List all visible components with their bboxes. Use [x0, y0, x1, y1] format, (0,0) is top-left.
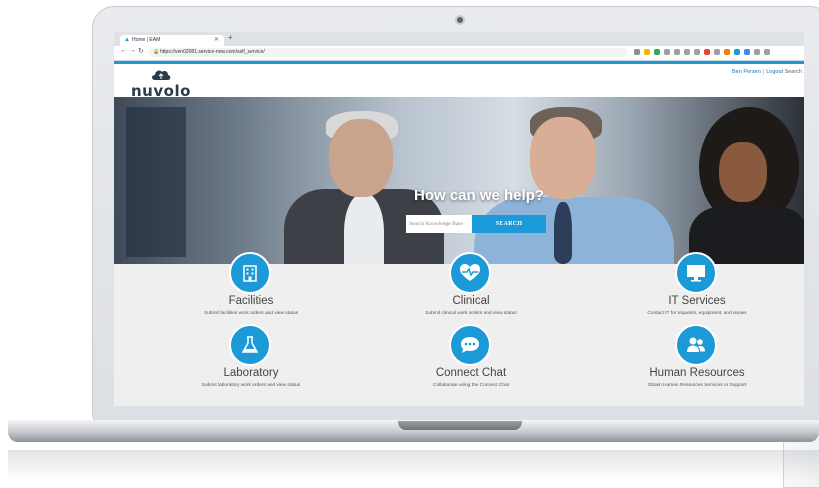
knowledge-search-input[interactable]: [406, 215, 472, 233]
user-name-link[interactable]: Ben Persen: [732, 69, 761, 75]
menu-icon[interactable]: [764, 49, 770, 55]
hero-photo-person: [719, 142, 767, 202]
extension-icon[interactable]: [734, 49, 740, 55]
heart-pulse-icon: [449, 252, 491, 294]
close-tab-icon[interactable]: ✕: [214, 35, 219, 46]
cloud-icon: [152, 70, 171, 80]
service-facilities[interactable]: Facilities Submit facilities work orders…: [151, 252, 351, 322]
service-description: Contact IT for requests, equipment, and …: [647, 311, 747, 316]
hero-photo-person: [329, 119, 393, 197]
knowledge-search: SEARCH: [406, 215, 546, 233]
flask-icon: [229, 324, 271, 366]
search-link[interactable]: Search: [785, 69, 802, 75]
laptop-hinge-notch: [398, 421, 522, 430]
extension-icon[interactable]: [694, 49, 700, 55]
browser-tab-bar: ▲ Home | EAM ✕ +: [114, 32, 804, 46]
extension-icon[interactable]: [744, 49, 750, 55]
service-description: Obtain Human Resources Services or Suppo…: [647, 383, 747, 388]
extension-icon[interactable]: [724, 49, 730, 55]
extension-icon[interactable]: [664, 49, 670, 55]
user-links: Ben Persen | Logout Search: [732, 69, 802, 75]
laptop-screen: ▲ Home | EAM ✕ + ← → ↻ 🔒 https://ven0208…: [114, 32, 804, 406]
browser-tab[interactable]: ▲ Home | EAM ✕: [120, 35, 224, 46]
extension-icon[interactable]: [684, 49, 690, 55]
monitor-icon: [675, 252, 717, 294]
service-human-resources[interactable]: Human Resources Obtain Human Resources S…: [597, 324, 797, 394]
building-icon: [229, 252, 271, 294]
service-name: Laboratory: [223, 367, 279, 379]
chat-bubble-icon: [449, 324, 491, 366]
extension-icon[interactable]: [754, 49, 760, 55]
service-laboratory[interactable]: Laboratory Submit laboratory work orders…: [151, 324, 351, 394]
separator: |: [762, 69, 765, 75]
lock-icon: 🔒: [153, 49, 160, 55]
reload-icon[interactable]: ↻: [138, 47, 144, 55]
service-connect-chat[interactable]: Connect Chat Collaborate using the Conne…: [371, 324, 571, 394]
extension-icon[interactable]: [654, 49, 660, 55]
webcam: [455, 15, 465, 25]
extension-icon[interactable]: [704, 49, 710, 55]
extension-icons: [634, 49, 770, 57]
favicon-icon: ▲: [124, 37, 130, 43]
forward-arrow-icon[interactable]: →: [129, 47, 136, 54]
tab-title: Home | EAM: [132, 37, 161, 43]
back-arrow-icon[interactable]: ←: [120, 47, 127, 54]
service-description: Collaborate using the Connect Chat: [433, 383, 509, 388]
users-icon: [675, 324, 717, 366]
service-name: Connect Chat: [435, 367, 507, 379]
service-clinical[interactable]: Clinical Submit clinical work orders and…: [371, 252, 571, 322]
extension-icon[interactable]: [714, 49, 720, 55]
extension-icon[interactable]: [674, 49, 680, 55]
service-name: Clinical: [452, 295, 490, 307]
services-grid: Facilities Submit facilities work orders…: [114, 252, 804, 406]
service-description: Submit laboratory work orders and view s…: [201, 383, 301, 388]
logout-link[interactable]: Logout: [766, 69, 783, 75]
hero-title: How can we help?: [414, 187, 545, 204]
new-tab-button[interactable]: +: [228, 33, 233, 42]
service-description: Submit facilities work orders and view s…: [203, 311, 299, 316]
service-name: Facilities: [228, 295, 274, 307]
star-icon[interactable]: [644, 49, 650, 55]
hero-banner: How can we help? SEARCH: [114, 97, 804, 264]
hero-background: [126, 107, 186, 257]
address-bar: ← → ↻ 🔒 https://ven02081.service-now.com…: [114, 46, 804, 61]
url-text: https://ven02081.service-now.com/self_se…: [160, 49, 265, 55]
search-button[interactable]: SEARCH: [472, 215, 546, 233]
service-it-services[interactable]: IT Services Contact IT for requests, equ…: [597, 252, 797, 322]
url-field[interactable]: 🔒 https://ven02081.service-now.com/self_…: [148, 48, 628, 57]
service-name: Human Resources: [649, 367, 745, 379]
service-name: IT Services: [668, 295, 726, 307]
service-description: Submit clinical work orders and view sta…: [425, 311, 517, 316]
zoom-icon[interactable]: [634, 49, 640, 55]
laptop-reflection: [8, 450, 819, 481]
